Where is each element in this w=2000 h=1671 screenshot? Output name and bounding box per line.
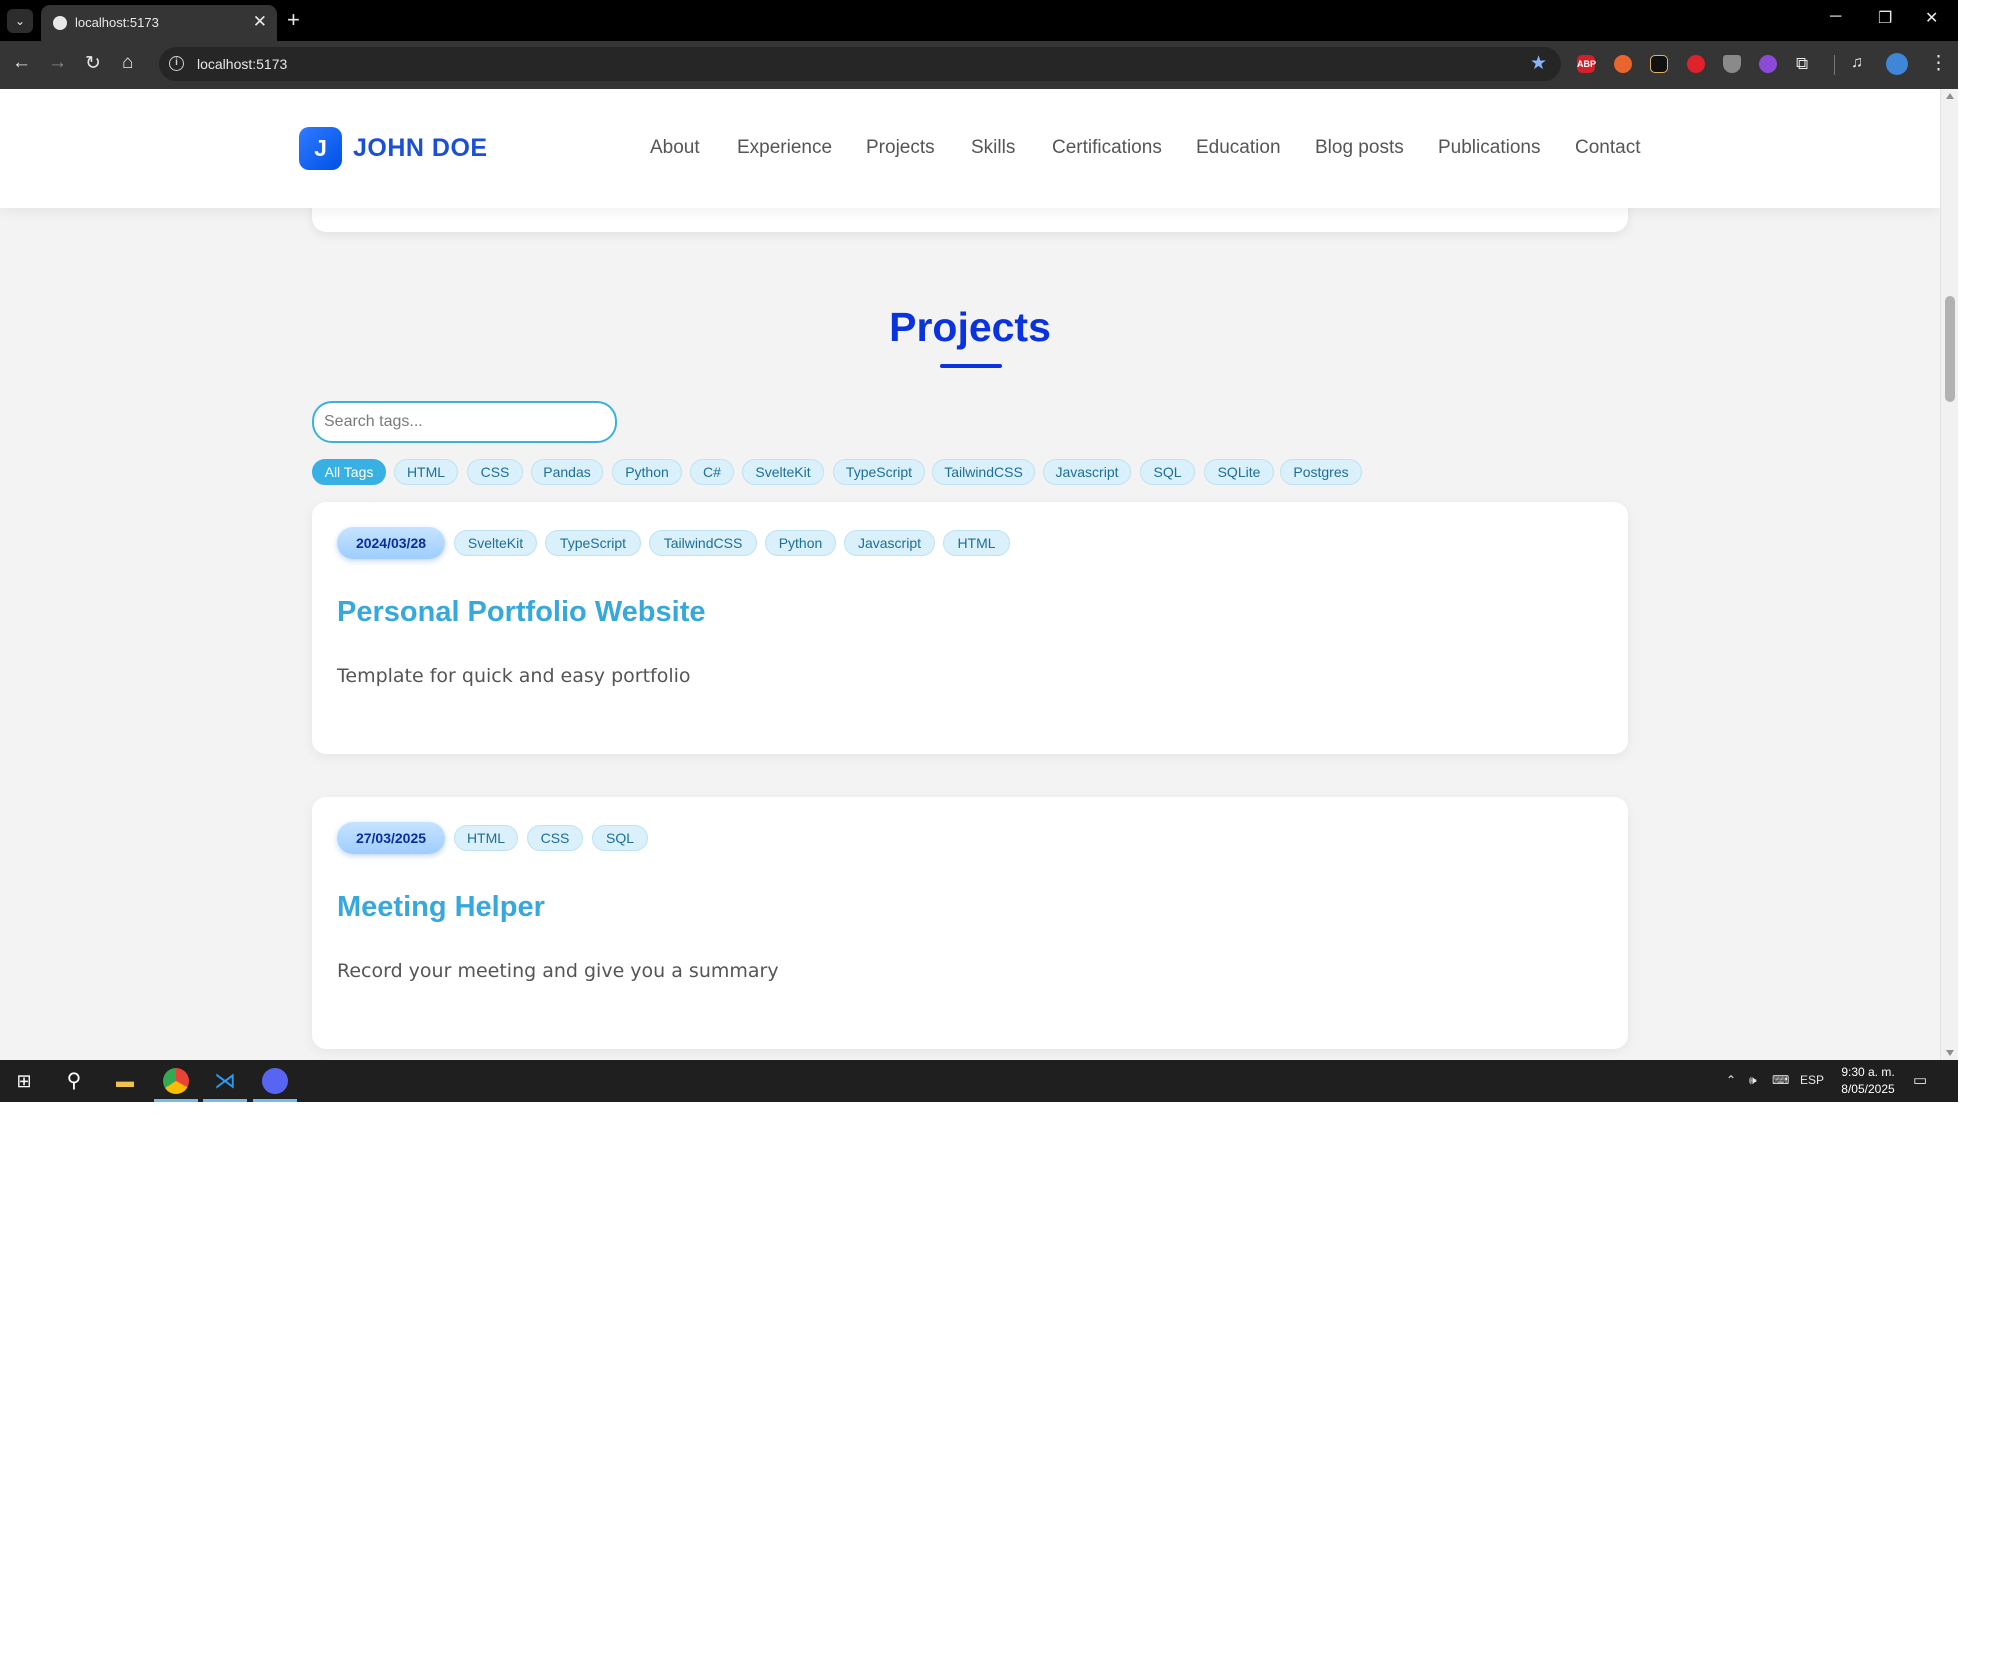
minimize-icon[interactable]: ─ [1830, 8, 1841, 26]
nav-experience[interactable]: Experience [737, 137, 832, 159]
restore-icon[interactable]: ❐ [1878, 8, 1892, 28]
volume-icon[interactable]: 🕪 [1749, 1073, 1757, 1088]
vscode-running-indicator [203, 1099, 247, 1102]
nav-skills[interactable]: Skills [971, 137, 1015, 159]
adblock-extension-icon[interactable]: ABP [1577, 55, 1596, 73]
new-tab-icon[interactable]: + [287, 7, 300, 33]
extension-flame-icon[interactable] [1614, 55, 1632, 73]
project-date-badge: 2024/03/28 [337, 527, 445, 559]
tag-filter-css[interactable]: CSS [467, 459, 523, 485]
project-title[interactable]: Personal Portfolio Website [337, 596, 705, 629]
tab-favicon-icon [53, 16, 67, 30]
project-tag[interactable]: SQL [592, 825, 648, 851]
file-explorer-icon[interactable]: ▬ [113, 1069, 137, 1093]
site-info-icon[interactable]: i [169, 56, 184, 71]
tray-chevron-up-icon[interactable]: ⌃ [1726, 1073, 1736, 1087]
close-window-icon[interactable]: ✕ [1925, 8, 1938, 28]
heading-underline [940, 364, 1002, 368]
project-tag[interactable]: SvelteKit [454, 530, 537, 556]
network-icon[interactable]: ⌨ [1772, 1073, 1789, 1087]
nav-blog-posts[interactable]: Blog posts [1315, 137, 1404, 159]
extension-toggle-icon[interactable] [1687, 55, 1705, 73]
browser-toolbar: ← → ↻ ⌂ i localhost:5173 ★ ABP ⧉ ♫ ⋮ [0, 41, 1958, 89]
kebab-menu-icon[interactable]: ⋮ [1929, 52, 1948, 75]
nav-publications[interactable]: Publications [1438, 137, 1540, 159]
tag-search-input[interactable] [312, 401, 617, 443]
toolbar-divider [1834, 55, 1835, 75]
extension-gear-icon[interactable] [1759, 55, 1777, 73]
vscode-icon[interactable]: ⋊ [213, 1069, 237, 1093]
project-card[interactable]: 27/03/2025 HTML CSS SQL Meeting Helper R… [312, 797, 1628, 1049]
project-description: Record your meeting and give you a summa… [337, 960, 779, 982]
bookmark-star-icon[interactable]: ★ [1530, 52, 1547, 75]
reload-icon[interactable]: ↻ [85, 52, 101, 75]
discord-icon[interactable] [262, 1068, 288, 1094]
logo-badge[interactable]: J [299, 127, 342, 170]
tag-filter-pandas[interactable]: Pandas [531, 459, 603, 485]
project-card[interactable]: 2024/03/28 SvelteKit TypeScript Tailwind… [312, 502, 1628, 754]
windows-start-icon[interactable]: ⊞ [12, 1069, 36, 1093]
back-arrow-icon[interactable]: ← [12, 52, 31, 74]
project-tag[interactable]: Javascript [844, 530, 935, 556]
project-tag[interactable]: TailwindCSS [649, 530, 757, 556]
extension-mail-icon[interactable] [1650, 55, 1668, 73]
notification-center-icon[interactable]: ▭ [1913, 1071, 1927, 1089]
tag-filter-all-tags[interactable]: All Tags [312, 459, 386, 485]
scrollbar-thumb[interactable] [1945, 296, 1955, 402]
tag-filter-javascript[interactable]: Javascript [1043, 459, 1131, 485]
logo-text[interactable]: JOHN DOE [353, 134, 488, 163]
chrome-running-indicator [154, 1099, 198, 1102]
clock-date: 8/05/2025 [1841, 1082, 1895, 1096]
page-viewport: J JOHN DOE About Experience Projects Ski… [0, 89, 1940, 1060]
tag-filter-sql[interactable]: SQL [1140, 459, 1195, 485]
browser-tab-strip: ⌄ localhost:5173 ✕ + ─ ❐ ✕ [0, 0, 1958, 41]
project-date-badge: 27/03/2025 [337, 822, 445, 854]
url-text: localhost:5173 [197, 56, 288, 72]
profile-avatar-icon[interactable] [1886, 53, 1908, 75]
home-icon[interactable]: ⌂ [122, 52, 133, 74]
nav-projects[interactable]: Projects [866, 137, 935, 159]
tag-filter-tailwindcss[interactable]: TailwindCSS [932, 459, 1035, 485]
nav-about[interactable]: About [650, 137, 700, 159]
close-tab-icon[interactable]: ✕ [253, 12, 267, 32]
page-scrollbar[interactable] [1940, 89, 1958, 1060]
tag-filter-html[interactable]: HTML [394, 459, 458, 485]
clock-time: 9:30 a. m. [1841, 1065, 1895, 1079]
projects-heading: Projects [889, 304, 1051, 350]
address-bar[interactable]: i localhost:5173 ★ [159, 47, 1561, 81]
scroll-down-arrow-icon[interactable] [1946, 1050, 1954, 1056]
tab-title: localhost:5173 [75, 15, 159, 30]
tab-search-chevron-icon[interactable]: ⌄ [7, 9, 33, 33]
nav-contact[interactable]: Contact [1575, 137, 1640, 159]
taskbar-clock[interactable]: 9:30 a. m. 8/05/2025 [1834, 1064, 1902, 1098]
project-tag[interactable]: CSS [527, 825, 583, 851]
tag-filter-postgres[interactable]: Postgres [1280, 459, 1362, 485]
browser-tab[interactable]: localhost:5173 ✕ [41, 5, 277, 41]
project-tag[interactable]: HTML [454, 825, 518, 851]
search-icon[interactable]: ⚲ [62, 1069, 86, 1093]
media-control-icon[interactable]: ♫ [1851, 54, 1863, 72]
extensions-puzzle-icon[interactable]: ⧉ [1796, 54, 1808, 74]
tag-filter-csharp[interactable]: C# [690, 459, 734, 485]
nav-education[interactable]: Education [1196, 137, 1281, 159]
extension-shield-icon[interactable] [1723, 55, 1741, 73]
tag-filter-python[interactable]: Python [612, 459, 682, 485]
project-description: Template for quick and easy portfolio [337, 665, 691, 687]
language-indicator[interactable]: ESP [1800, 1073, 1824, 1087]
tag-filter-sveltekit[interactable]: SvelteKit [742, 459, 824, 485]
nav-certifications[interactable]: Certifications [1052, 137, 1162, 159]
project-tag[interactable]: Python [765, 530, 836, 556]
screen: ⌄ localhost:5173 ✕ + ─ ❐ ✕ ← → ↻ ⌂ i loc… [0, 0, 1958, 1102]
site-header: J JOHN DOE About Experience Projects Ski… [0, 89, 1940, 208]
scroll-up-arrow-icon[interactable] [1946, 93, 1954, 99]
project-title[interactable]: Meeting Helper [337, 891, 545, 924]
tag-filter-sqlite[interactable]: SQLite [1204, 459, 1274, 485]
chrome-icon[interactable] [163, 1068, 189, 1094]
discord-running-indicator [253, 1099, 297, 1102]
forward-arrow-icon[interactable]: → [48, 52, 67, 74]
tag-filter-typescript[interactable]: TypeScript [833, 459, 925, 485]
project-tag[interactable]: HTML [943, 530, 1010, 556]
windows-taskbar: ⊞ ⚲ ▬ ⋊ ⌃ 🕪 ⌨ ESP 9:30 a. m. 8/05/2025 ▭ [0, 1060, 1958, 1102]
project-tag[interactable]: TypeScript [545, 530, 641, 556]
